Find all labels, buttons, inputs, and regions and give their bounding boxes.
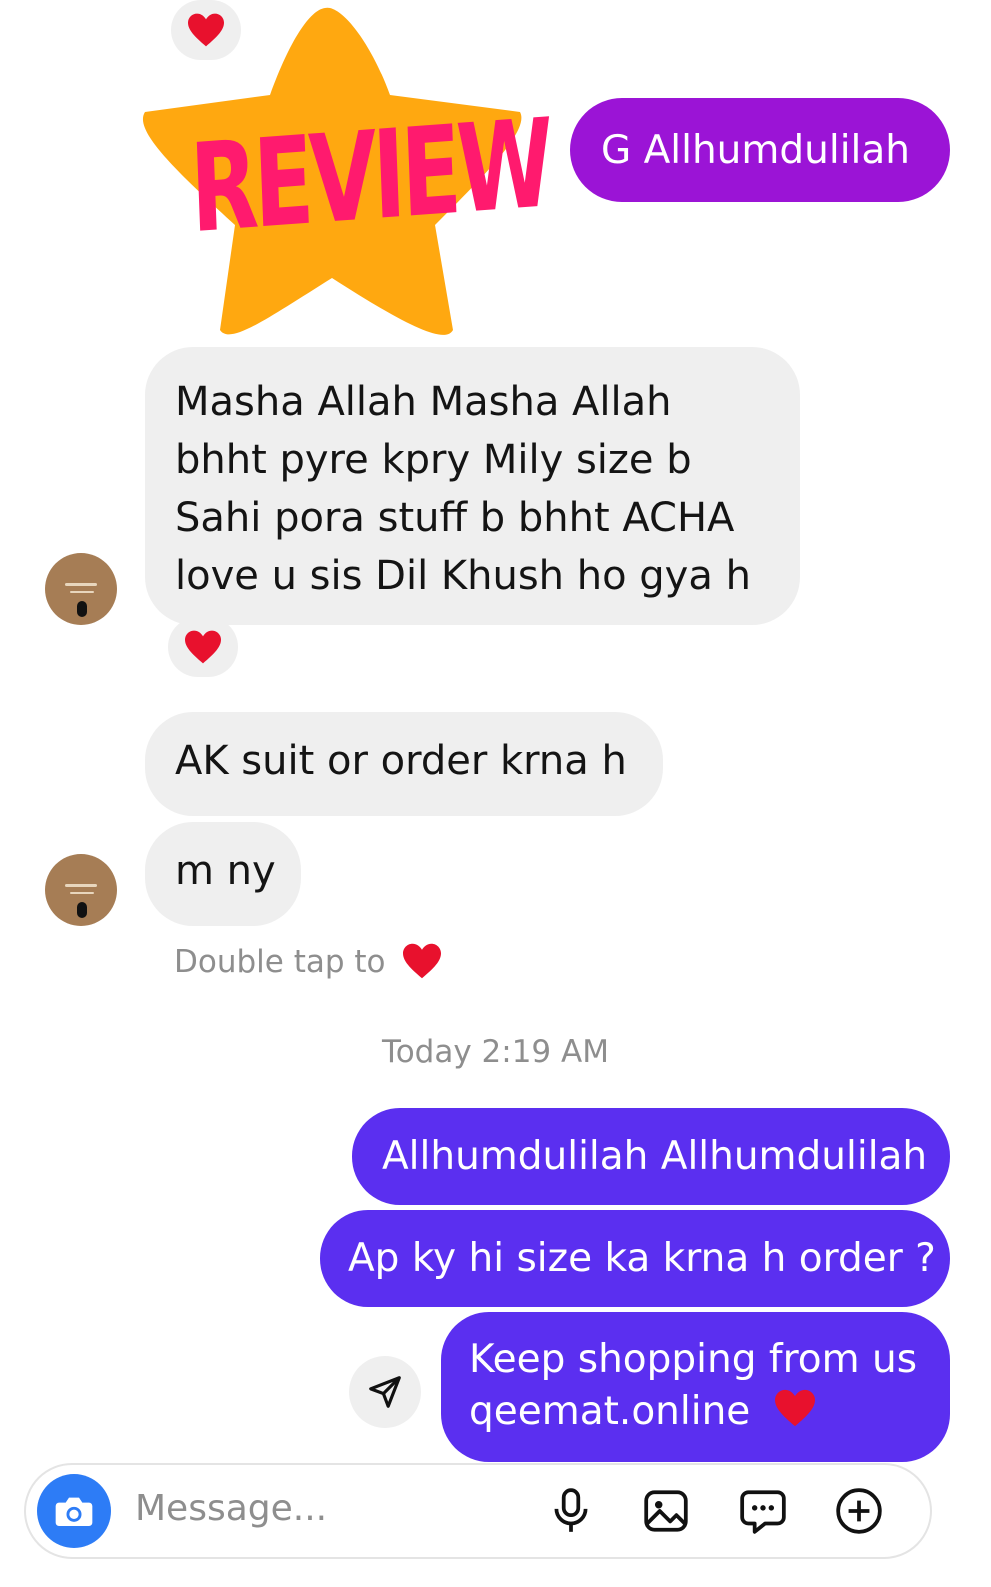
camera-button[interactable] [37, 1474, 111, 1548]
message-line: Keep shopping from us [469, 1337, 918, 1382]
message-placeholder: Message... [135, 1488, 328, 1529]
heart-icon [185, 630, 221, 664]
message-line: bhht pyre kpry Mily size b [175, 437, 692, 483]
message-link[interactable]: qeemat.online [469, 1389, 750, 1434]
sent-message-bubble[interactable]: Keep shopping from us qeemat.online [441, 1312, 950, 1462]
message-line: qeemat.online [469, 1386, 950, 1438]
camera-icon [55, 1497, 93, 1526]
sent-message-bubble[interactable]: G Allhumdulilah [570, 98, 950, 202]
heart-icon [774, 1389, 815, 1427]
timestamp: Today 2:19 AM [0, 1034, 991, 1070]
sent-message-bubble[interactable]: Ap ky hi size ka krna h order ? [320, 1210, 950, 1307]
message-text: AK suit or order krna h [175, 738, 627, 784]
message-text: m ny [175, 848, 276, 894]
message-text: G Allhumdulilah [601, 127, 910, 173]
received-message-bubble[interactable]: AK suit or order krna h [145, 712, 663, 816]
message-input[interactable]: Message... [135, 1488, 327, 1529]
double-tap-hint: Double tap to [174, 944, 386, 980]
received-message-bubble[interactable]: m ny [145, 822, 301, 926]
received-message-bubble[interactable]: Masha Allah Masha Allah bhht pyre kpry M… [145, 347, 800, 625]
message-text: Ap ky hi size ka krna h order ? [348, 1236, 936, 1281]
message-line: Masha Allah Masha Allah [175, 379, 672, 425]
sent-message-bubble[interactable]: Allhumdulilah Allhumdulilah [352, 1108, 950, 1205]
avatar[interactable] [45, 553, 117, 625]
send-icon [369, 1376, 401, 1408]
share-button[interactable] [349, 1356, 421, 1428]
sticker-text: REVIEW [187, 92, 552, 261]
message-line: Sahi pora stuff b bhht ACHA [175, 495, 735, 541]
heart-icon[interactable] [401, 942, 443, 980]
avatar[interactable] [45, 854, 117, 926]
plus-icon[interactable] [834, 1486, 884, 1536]
message-line: love u sis Dil Khush ho gya h [175, 553, 751, 599]
reaction-heart[interactable] [168, 617, 238, 677]
review-sticker: REVIEW [135, 0, 552, 350]
message-text: Allhumdulilah Allhumdulilah [382, 1134, 928, 1179]
microphone-icon[interactable] [546, 1486, 596, 1536]
chat-sticker-icon[interactable] [738, 1486, 788, 1536]
hint-text: Double tap to [174, 944, 386, 980]
image-icon[interactable] [641, 1486, 691, 1536]
timestamp-text: Today 2:19 AM [382, 1034, 609, 1070]
